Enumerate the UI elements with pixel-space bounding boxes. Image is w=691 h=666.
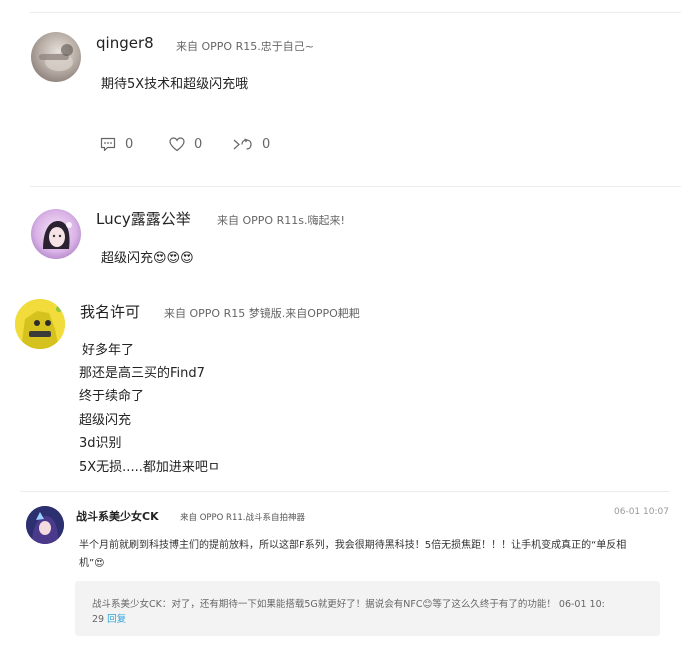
device-source: 来自 OPPO R15 梦镜版.来自OPPO耙耙 — [164, 307, 360, 320]
comment-text: 超级闪充😍😍😍 — [101, 251, 194, 266]
reply-timestamp-tail: 29 — [92, 614, 105, 625]
comment-button[interactable]: 0 — [100, 137, 133, 152]
username[interactable]: 战斗系美少女CK — [76, 508, 159, 524]
heart-icon — [169, 137, 185, 152]
divider — [30, 186, 681, 187]
divider — [30, 12, 681, 13]
avatar-image — [43, 221, 72, 249]
reply-link[interactable]: 回复 — [107, 614, 126, 625]
share-count: 0 — [262, 137, 271, 152]
avatar-image — [26, 506, 64, 544]
avatar[interactable] — [26, 506, 64, 544]
avatar[interactable] — [31, 32, 81, 82]
comment-line: 终于续命了 — [79, 389, 145, 404]
comment-line: 那还是高三买的Find7 — [79, 366, 205, 381]
device-source: 来自 OPPO R11.战斗系自拍神器 — [180, 513, 305, 523]
reply-box: 战斗系美少女CK：对了，还有期待一下如果能搭载5G就更好了！据说会有NFC😊等了… — [75, 581, 660, 636]
timestamp: 06-01 10:07 — [614, 507, 669, 517]
reply-meta: 29 回复 — [92, 611, 126, 625]
username[interactable]: Lucy露露公举 — [96, 208, 191, 229]
comment-text: 半个月前就刷到科技博主们的提前放料，所以这部F系列，我会很期待黑科技！5倍无损焦… — [79, 540, 627, 551]
username[interactable]: qinger8 — [96, 34, 154, 52]
device-source: 来自 OPPO R11s.嗨起来! — [217, 214, 345, 227]
like-count: 0 — [194, 137, 203, 152]
comment-line: 好多年了 — [82, 343, 135, 358]
share-button[interactable]: 0 — [233, 137, 270, 152]
comment-count: 0 — [125, 137, 134, 152]
like-button[interactable]: 0 — [169, 137, 202, 152]
avatar[interactable] — [31, 209, 81, 259]
username[interactable]: 我名许可 — [80, 301, 140, 322]
comment-text: 期待5X技术和超级闪充哦 — [101, 77, 249, 92]
comment-line: 3d识别 — [79, 436, 122, 451]
avatar-image — [15, 299, 65, 349]
comment-text: 机”😍 — [79, 558, 105, 569]
reply-text: 战斗系美少女CK：对了，还有期待一下如果能搭载5G就更好了！据说会有NFC😊等了… — [92, 599, 605, 610]
comment-line: 5X无损.....都加进来吧ㅁ — [79, 460, 220, 475]
divider — [20, 491, 670, 492]
comment-icon — [100, 137, 116, 152]
device-source: 来自 OPPO R15.忠于自己~ — [176, 40, 314, 53]
comment-line: 超级闪充 — [79, 413, 132, 428]
avatar-image — [39, 44, 73, 71]
avatar[interactable] — [15, 299, 65, 349]
share-icon — [233, 138, 252, 150]
